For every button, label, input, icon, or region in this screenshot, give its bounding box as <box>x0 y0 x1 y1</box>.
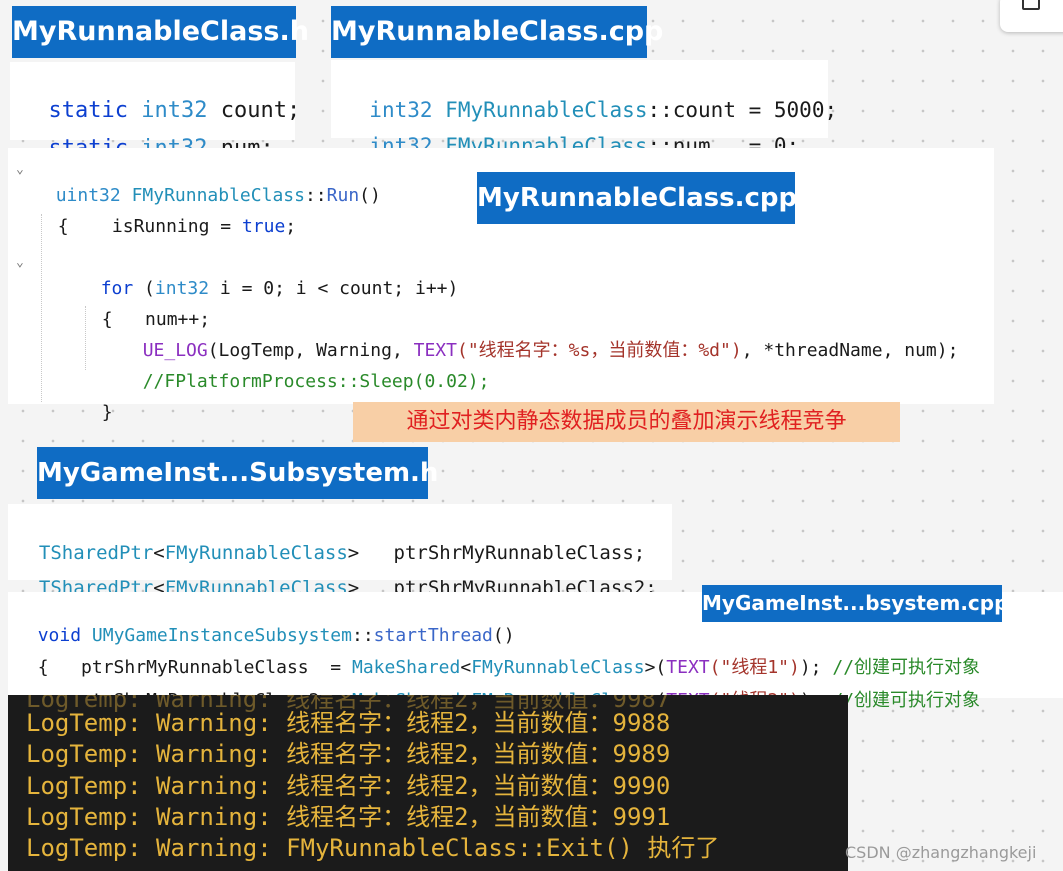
label-subsystem-cpp: MyGameInst...bsystem.cpp <box>702 585 1008 622</box>
code-punct: () <box>359 185 381 206</box>
code-comment: //创建可执行对象 <box>832 690 981 711</box>
page: { "labels": { "header_h": "MyRunnableCla… <box>0 0 1063 871</box>
fold-chevron-icon[interactable]: ⌄ <box>16 162 24 177</box>
code-text: , *threadName, num); <box>741 340 959 361</box>
code-punct: :: <box>304 185 327 206</box>
terminal-line: LogTemp: Warning: 线程名字：线程2，当前数值：9990 <box>26 772 671 800</box>
code-brace: { <box>101 309 113 330</box>
code-brace: } <box>101 402 113 423</box>
code-comment: //FPlatformProcess::Sleep(0.02); <box>142 371 490 392</box>
terminal-line: LogTemp: Warning: 线程名字：线程2，当前数值：9991 <box>26 803 671 831</box>
terminal-line: LogTemp: Warning: FMyRunnableClass::Exit… <box>26 834 720 862</box>
code-line-close-brace: } <box>80 374 113 426</box>
code-keyword: true <box>241 216 286 237</box>
fold-chevron-icon[interactable]: ⌄ <box>16 255 24 270</box>
terminal-line: LogTemp: Warning: 线程名字：线程2，当前数值：9988 <box>26 709 671 737</box>
copy-icon[interactable] <box>1022 0 1040 10</box>
code-text: isRunning = <box>111 216 242 237</box>
watermark: CSDN @zhangzhangkeji <box>845 843 1037 862</box>
code-string: ("线程名字：%s，当前数值：%d") <box>456 340 742 361</box>
label-myrunnableclass-h: MyRunnableClass.h <box>12 6 309 58</box>
code-line-sleep-comment: //FPlatformProcess::Sleep(0.02); <box>121 343 490 395</box>
terminal-line: LogTemp: Warning: 线程名字：线程2，当前数值：9989 <box>26 740 671 768</box>
code-function: Run <box>326 185 360 206</box>
code-line-isrunning: { isRunning = true; <box>36 188 296 240</box>
caption-thread-race: 通过对类内静态数据成员的叠加演示线程竞争 <box>353 402 900 442</box>
code-punct: ; <box>285 216 297 237</box>
label-myrunnableclass-cpp: MyRunnableClass.cpp <box>331 6 663 58</box>
code-text: i = 0; i < count; i++) <box>209 278 459 299</box>
label-myrunnableclass-cpp-modified: MyRunnableClass.cpp* <box>477 172 811 224</box>
label-subsystem-h: MyGameInst...Subsystem.h <box>37 447 438 499</box>
terminal-output: LogTemp: Warning: 线程名字：线程2，当前数值：9987 Log… <box>8 695 848 871</box>
indent-guide <box>41 214 42 402</box>
code-brace: { <box>57 216 69 237</box>
